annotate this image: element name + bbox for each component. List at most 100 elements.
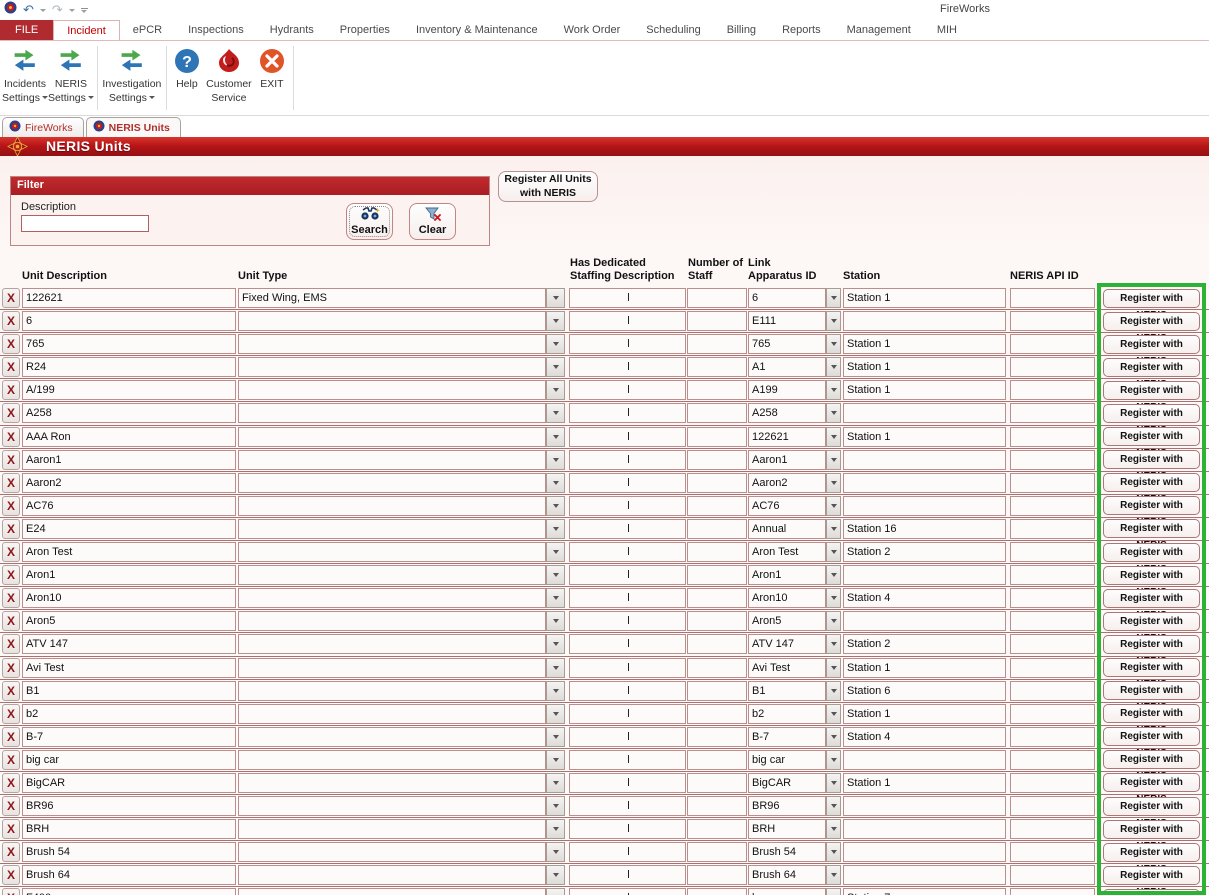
neris-api-id-input[interactable] [1010, 727, 1095, 747]
has-dedicated-staffing-cell[interactable] [569, 727, 686, 747]
exit-button[interactable]: EXIT [254, 44, 290, 110]
has-dedicated-staffing-cell[interactable] [569, 450, 686, 470]
delete-row-button[interactable]: X [2, 450, 20, 470]
unit-type-dropdown-button[interactable] [546, 658, 565, 678]
unit-description-input[interactable] [22, 727, 236, 747]
has-dedicated-staffing-cell[interactable] [569, 357, 686, 377]
link-apparatus-id-input[interactable] [748, 380, 826, 400]
link-apparatus-id-input[interactable] [748, 773, 826, 793]
link-apparatus-dropdown-button[interactable] [826, 704, 841, 724]
neris-api-id-input[interactable] [1010, 542, 1095, 562]
station-input[interactable] [843, 450, 1006, 470]
delete-row-button[interactable]: X [2, 288, 20, 308]
unit-description-input[interactable] [22, 311, 236, 331]
station-input[interactable] [843, 496, 1006, 516]
delete-row-button[interactable]: X [2, 588, 20, 608]
unit-description-input[interactable] [22, 427, 236, 447]
link-apparatus-id-input[interactable] [748, 819, 826, 839]
unit-type-input[interactable] [238, 611, 546, 631]
link-apparatus-id-input[interactable] [748, 427, 826, 447]
link-apparatus-dropdown-button[interactable] [826, 658, 841, 678]
register-with-neris-button[interactable]: Register with NERIS [1103, 843, 1200, 862]
neris-api-id-input[interactable] [1010, 634, 1095, 654]
link-apparatus-id-input[interactable] [748, 473, 826, 493]
unit-type-dropdown-button[interactable] [546, 819, 565, 839]
link-apparatus-dropdown-button[interactable] [826, 357, 841, 377]
link-apparatus-id-input[interactable] [748, 681, 826, 701]
unit-type-input[interactable] [238, 842, 546, 862]
link-apparatus-id-input[interactable] [748, 796, 826, 816]
station-input[interactable] [843, 750, 1006, 770]
link-apparatus-dropdown-button[interactable] [826, 842, 841, 862]
register-with-neris-button[interactable]: Register with NERIS [1103, 473, 1200, 492]
unit-description-input[interactable] [22, 496, 236, 516]
unit-type-input[interactable] [238, 450, 546, 470]
number-of-staff-input[interactable] [687, 819, 747, 839]
unit-type-input[interactable] [238, 888, 546, 895]
number-of-staff-input[interactable] [687, 357, 747, 377]
search-button[interactable]: Search [346, 203, 393, 240]
neris-api-id-input[interactable] [1010, 565, 1095, 585]
delete-row-button[interactable]: X [2, 334, 20, 354]
menu-tab-management[interactable]: Management [834, 20, 924, 40]
has-dedicated-staffing-cell[interactable] [569, 658, 686, 678]
link-apparatus-dropdown-button[interactable] [826, 450, 841, 470]
unit-type-input[interactable] [238, 588, 546, 608]
link-apparatus-dropdown-button[interactable] [826, 819, 841, 839]
delete-row-button[interactable]: X [2, 519, 20, 539]
has-dedicated-staffing-cell[interactable] [569, 311, 686, 331]
unit-type-dropdown-button[interactable] [546, 865, 565, 885]
number-of-staff-input[interactable] [687, 496, 747, 516]
has-dedicated-staffing-cell[interactable] [569, 796, 686, 816]
number-of-staff-input[interactable] [687, 773, 747, 793]
unit-type-dropdown-button[interactable] [546, 681, 565, 701]
unit-type-input[interactable] [238, 496, 546, 516]
unit-type-dropdown-button[interactable] [546, 611, 565, 631]
station-input[interactable] [843, 334, 1006, 354]
unit-type-dropdown-button[interactable] [546, 750, 565, 770]
unit-type-input[interactable] [238, 380, 546, 400]
neris-api-id-input[interactable] [1010, 357, 1095, 377]
customer-service-button[interactable]: CustomerService [204, 44, 254, 110]
station-input[interactable] [843, 658, 1006, 678]
station-input[interactable] [843, 611, 1006, 631]
delete-row-button[interactable]: X [2, 403, 20, 423]
has-dedicated-staffing-cell[interactable] [569, 704, 686, 724]
unit-type-dropdown-button[interactable] [546, 357, 565, 377]
unit-type-input[interactable] [238, 288, 546, 308]
register-with-neris-button[interactable]: Register with NERIS [1103, 450, 1200, 469]
neris-api-id-input[interactable] [1010, 681, 1095, 701]
delete-row-button[interactable]: X [2, 311, 20, 331]
station-input[interactable] [843, 704, 1006, 724]
link-apparatus-dropdown-button[interactable] [826, 542, 841, 562]
has-dedicated-staffing-cell[interactable] [569, 819, 686, 839]
undo-button[interactable]: ↶ [23, 1, 34, 19]
link-apparatus-dropdown-button[interactable] [826, 727, 841, 747]
unit-type-dropdown-button[interactable] [546, 842, 565, 862]
unit-type-input[interactable] [238, 750, 546, 770]
unit-type-input[interactable] [238, 681, 546, 701]
link-apparatus-dropdown-button[interactable] [826, 403, 841, 423]
register-with-neris-button[interactable]: Register with NERIS [1103, 381, 1200, 400]
unit-type-dropdown-button[interactable] [546, 542, 565, 562]
number-of-staff-input[interactable] [687, 681, 747, 701]
redo-button[interactable]: ↷ [52, 1, 63, 19]
link-apparatus-dropdown-button[interactable] [826, 750, 841, 770]
register-with-neris-button[interactable]: Register with NERIS [1103, 543, 1200, 562]
station-input[interactable] [843, 588, 1006, 608]
link-apparatus-id-input[interactable] [748, 588, 826, 608]
number-of-staff-input[interactable] [687, 658, 747, 678]
unit-type-dropdown-button[interactable] [546, 519, 565, 539]
link-apparatus-dropdown-button[interactable] [826, 288, 841, 308]
unit-description-input[interactable] [22, 888, 236, 895]
register-with-neris-button[interactable]: Register with NERIS [1103, 889, 1200, 895]
unit-type-dropdown-button[interactable] [546, 403, 565, 423]
link-apparatus-id-input[interactable] [748, 750, 826, 770]
link-apparatus-dropdown-button[interactable] [826, 427, 841, 447]
unit-type-dropdown-button[interactable] [546, 288, 565, 308]
neris-api-id-input[interactable] [1010, 519, 1095, 539]
unit-type-input[interactable] [238, 427, 546, 447]
link-apparatus-dropdown-button[interactable] [826, 634, 841, 654]
unit-description-input[interactable] [22, 773, 236, 793]
register-with-neris-button[interactable]: Register with NERIS [1103, 866, 1200, 885]
